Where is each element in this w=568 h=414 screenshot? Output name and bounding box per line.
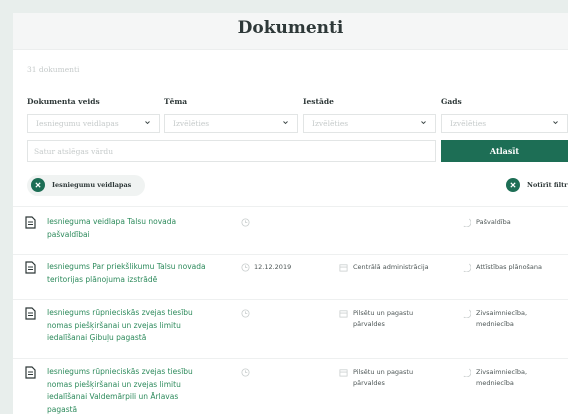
filter-select-institution[interactable]: Izvēlēties — [303, 114, 436, 133]
page-title: Dokumenti — [237, 18, 344, 38]
row-divider — [13, 299, 568, 300]
filter-select-year[interactable]: Izvēlēties — [441, 114, 568, 133]
document-icon — [25, 366, 36, 379]
clock-icon — [241, 263, 250, 272]
clear-filters-icon-wrap — [506, 178, 520, 192]
active-filter-label: Iesniegumu veidlapas — [52, 181, 132, 189]
chevron-down-icon — [283, 121, 288, 125]
document-topic: Zivsaimniecība, medniecība — [476, 368, 528, 387]
tag-icon — [463, 218, 471, 227]
documents-panel: Dokumenti 31 dokumenti Dokumenta veids T… — [13, 13, 568, 414]
clock-icon — [241, 309, 250, 318]
clear-filters-label: Notīrīt filtru — [527, 181, 568, 189]
document-icon — [25, 307, 36, 320]
clock-icon — [241, 218, 250, 227]
document-icon — [25, 216, 36, 229]
document-title-link[interactable]: Iesniegums Par priekšlikumu Talsu novada… — [47, 261, 207, 286]
page-header: Dokumenti — [13, 13, 568, 50]
clock-icon — [241, 368, 250, 377]
document-topic: Attīstības plānošana — [476, 263, 543, 271]
close-icon — [35, 182, 41, 188]
document-date: 12.12.2019 — [254, 263, 292, 271]
tag-icon — [463, 263, 471, 272]
remove-filter-button[interactable] — [31, 178, 45, 192]
document-icon — [25, 261, 36, 274]
filter-select-topic[interactable]: Izvēlēties — [164, 114, 298, 133]
filter-label-year: Gads — [441, 97, 462, 106]
filter-submit-button[interactable]: Atlasīt — [441, 140, 568, 162]
filter-select-type[interactable]: Iesniegumu veidlapas — [27, 114, 160, 133]
calendar-icon — [339, 264, 348, 272]
document-title-link[interactable]: Iesnieguma veidlapa Talsu novada pašvald… — [47, 216, 207, 241]
close-icon — [510, 182, 516, 188]
filter-label-topic: Tēma — [164, 97, 188, 106]
filter-select-type-value: Iesniegumu veidlapas — [36, 119, 119, 128]
tag-icon — [463, 309, 471, 318]
filter-select-topic-value: Izvēlēties — [173, 119, 210, 128]
filter-select-year-value: Izvēlēties — [450, 119, 487, 128]
keyword-search-input[interactable]: Satur atslēgas vārdu — [27, 140, 436, 162]
row-divider — [13, 358, 568, 359]
clear-filters-button[interactable]: Notīrīt filtru — [506, 176, 568, 195]
chevron-down-icon — [553, 121, 558, 125]
document-institution: Centrālā administrācija — [353, 263, 429, 271]
chevron-down-icon — [145, 121, 150, 125]
filter-label-institution: Iestāde — [303, 97, 334, 106]
calendar-icon — [339, 310, 348, 318]
document-title-link[interactable]: Iesniegums rūpnieciskās zvejas tiesību n… — [47, 307, 207, 345]
active-filter-chip: Iesniegumu veidlapas — [27, 175, 145, 196]
calendar-icon — [339, 369, 348, 377]
tag-icon — [463, 368, 471, 377]
document-title-link[interactable]: Iesniegums rūpnieciskās zvejas tiesību n… — [47, 366, 207, 414]
keyword-search-placeholder: Satur atslēgas vārdu — [34, 147, 114, 156]
row-divider — [13, 254, 568, 255]
document-institution: Pilsētu un pagastu pārvaldes — [353, 368, 414, 387]
document-count: 31 dokumenti — [27, 65, 80, 74]
document-topic: Pašvaldība — [476, 218, 511, 226]
chevron-down-icon — [421, 121, 426, 125]
document-topic: Zivsaimniecība, medniecība — [476, 309, 528, 328]
document-institution: Pilsētu un pagastu pārvaldes — [353, 309, 414, 328]
list-divider — [13, 206, 568, 207]
filter-label-type: Dokumenta veids — [27, 97, 100, 106]
filter-select-institution-value: Izvēlēties — [312, 119, 349, 128]
